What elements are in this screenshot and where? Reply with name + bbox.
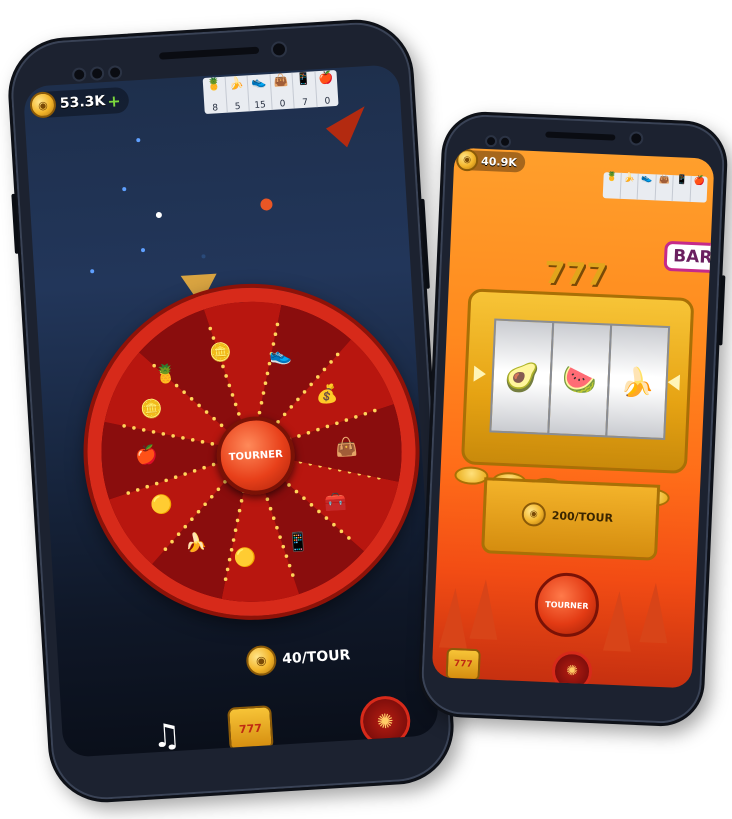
coin-icon: ◉ — [455, 148, 479, 172]
reel-avocado-icon: 🥑 — [489, 318, 555, 435]
banana-icon: 🍌 — [623, 172, 636, 184]
inventory-item-handbag: 👜 0 — [269, 72, 295, 110]
add-coins-button[interactable]: + — [107, 91, 122, 111]
wheel-icon[interactable]: ✺ — [551, 650, 593, 689]
coin-balance[interactable]: ◉ 40.9K — [455, 148, 526, 173]
tree — [469, 578, 500, 640]
volume-button — [11, 193, 19, 254]
bar-tag[interactable]: BAR — [663, 240, 715, 274]
handbag-icon: 👜 — [658, 174, 671, 185]
speaker — [158, 46, 260, 60]
coin-icon: ◉ — [521, 501, 547, 527]
music-note-icon[interactable]: ♫ — [148, 716, 186, 756]
sensor — [484, 134, 498, 148]
inventory-item-sneaker: 👟 15 — [247, 73, 273, 112]
coin-icon: ◉ — [29, 91, 57, 119]
reel-banana-icon: 🍌 — [605, 323, 671, 441]
inventory-item-apple: 🍎 — [690, 176, 708, 203]
tree — [639, 582, 670, 644]
sensor — [107, 65, 123, 80]
speaker — [545, 131, 616, 141]
sneaker-icon: 👟 — [250, 74, 267, 90]
slot-title: 777 — [543, 255, 608, 294]
spin-button[interactable]: TOURNER — [533, 571, 601, 639]
tree — [602, 590, 634, 652]
prize-wheel[interactable]: 🍍 🪙 👟 💰 👜 🧰 📱 🟡 🍌 🟡 🍎 🪙 TOURNER — [77, 278, 426, 626]
slot-machine-icon[interactable]: 777 — [227, 705, 274, 752]
handbag-icon: 👜 — [273, 72, 290, 88]
slot-machine-icon[interactable]: 777 — [445, 647, 481, 682]
inventory-item-pineapple: 🍍 — [602, 172, 622, 199]
coin-icon: ◉ — [245, 644, 278, 677]
banana-icon: 🍌 — [228, 75, 245, 91]
sensor — [498, 135, 512, 149]
reel-marker-left — [473, 365, 487, 383]
apple-icon: 🍎 — [318, 70, 334, 86]
inventory-item-banana: 🍌 — [620, 172, 639, 200]
balance-value: 53.3K — [59, 93, 106, 112]
power-button — [420, 198, 430, 289]
sensor — [71, 67, 87, 83]
spin-cost: ◉ 200/TOUR — [521, 501, 613, 530]
spin-cost: ◉ 40/TOUR — [245, 640, 351, 677]
reel-marker-right — [667, 374, 681, 391]
inventory-item-smartphone: 📱 — [672, 175, 692, 202]
inventory-item-smartphone: 📱 7 — [292, 71, 318, 109]
tree — [438, 587, 470, 649]
inventory-item-pineapple: 🍍 8 — [202, 76, 228, 115]
wheel-icon[interactable]: ✺ — [358, 694, 412, 748]
inventory-item-apple: 🍎 0 — [318, 70, 334, 107]
slot-machine: 🥑 🍉 🍌 — [460, 288, 695, 475]
reel-watermelon-icon: 🍉 — [547, 321, 613, 438]
inventory-bar: 🍍 🍌 👟 👜 📱 🍎 — [602, 172, 708, 203]
smartphone-icon: 📱 — [675, 175, 688, 186]
wheel-glyph-icon: ✺ — [565, 662, 579, 680]
pineapple-icon: 🍍 — [606, 172, 618, 183]
right-phone: ◉ 40.9K 🍍 🍌 👟 👜 📱 🍎 BAR 777 🥑 🍉 🍌 ◉ 200/… — [416, 110, 730, 728]
inventory-item-sneaker: 👟 — [637, 173, 657, 201]
balance-value: 40.9K — [480, 154, 518, 169]
front-camera — [628, 131, 644, 146]
slot-base: ◉ 200/TOUR — [481, 477, 661, 561]
apple-icon: 🍎 — [693, 176, 706, 187]
front-camera — [270, 40, 288, 58]
inventory-item-banana: 🍌 5 — [225, 75, 250, 113]
left-phone: ◉ 53.3K + 🍍 8 🍌 5 👟 15 👜 0 📱 7 🍎 0 🍍 🪙 👟 💰 👜 🧰… — [4, 16, 458, 806]
inventory-item-handbag: 👜 — [655, 174, 674, 202]
sneaker-icon: 👟 — [640, 173, 653, 185]
smartphone-icon: 📱 — [295, 71, 312, 87]
right-screen: ◉ 40.9K 🍍 🍌 👟 👜 📱 🍎 BAR 777 🥑 🍉 🍌 ◉ 200/… — [431, 147, 715, 689]
power-button — [718, 275, 726, 346]
sensor — [89, 66, 105, 81]
pineapple-icon: 🍍 — [205, 76, 222, 92]
wheel-glyph-icon: ✺ — [376, 708, 395, 734]
left-screen: ◉ 53.3K + 🍍 8 🍌 5 👟 15 👜 0 📱 7 🍎 0 🍍 🪙 👟 💰 👜 🧰… — [22, 64, 440, 758]
